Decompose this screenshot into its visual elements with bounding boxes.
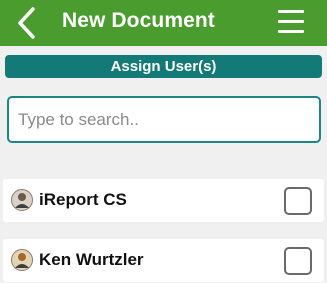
back-button[interactable]: [14, 6, 38, 40]
section-header: Assign User(s): [5, 55, 322, 78]
user-name: Ken Wurtzler: [39, 250, 144, 269]
search-input[interactable]: [7, 96, 321, 143]
app-header: New Document: [0, 0, 327, 46]
user-row[interactable]: iReport CS: [3, 179, 324, 222]
user-select-checkbox[interactable]: [284, 187, 312, 215]
hamburger-menu-icon: [278, 10, 304, 33]
chevron-left-icon: [18, 7, 35, 39]
page-title: New Document: [62, 9, 215, 32]
user-avatar-icon: [11, 189, 33, 211]
user-row[interactable]: Ken Wurtzler: [3, 239, 324, 282]
menu-button[interactable]: [278, 10, 304, 34]
user-select-checkbox[interactable]: [284, 247, 312, 275]
user-name: iReport CS: [39, 190, 127, 209]
user-avatar-icon: [11, 249, 33, 271]
